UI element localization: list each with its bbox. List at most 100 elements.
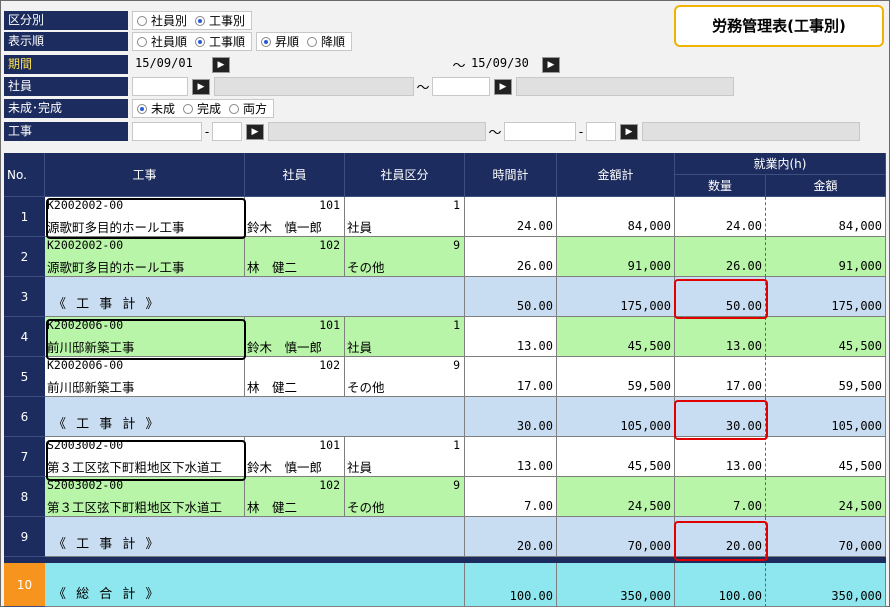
employee-class-cell[interactable]: 1 社員 [345, 197, 465, 237]
hours-cell[interactable]: 30.00 [465, 397, 557, 437]
employee-class-no: 1 [453, 318, 460, 332]
hours-cell[interactable]: 7.00 [465, 477, 557, 517]
grand-total-row[interactable]: 10 《 総 合 計 》 100.00 350,000 100.00 350,000 [4, 557, 886, 607]
employee-from-lookup-button[interactable]: ▶ [192, 78, 210, 95]
header-employee-class[interactable]: 社員区分 [345, 153, 465, 197]
header-quantity[interactable]: 数量 [675, 175, 766, 197]
within-amount-cell[interactable]: 24,500 [766, 477, 886, 517]
employee-cell[interactable]: 101 鈴木 慎一郎 [245, 197, 345, 237]
within-amount-cell[interactable]: 91,000 [766, 237, 886, 277]
project-from-branch-input[interactable] [212, 122, 242, 141]
hours-cell[interactable]: 50.00 [465, 277, 557, 317]
quantity-cell[interactable]: 26.00 [675, 237, 766, 277]
period-to-lookup-button[interactable]: ▶ [542, 56, 560, 73]
quantity-cell[interactable]: 24.00 [675, 197, 766, 237]
employee-class-name: 社員 [347, 460, 373, 475]
within-amount-cell[interactable]: 84,000 [766, 197, 886, 237]
employee-class-name: 社員 [347, 220, 373, 235]
hours-cell[interactable]: 17.00 [465, 357, 557, 397]
within-amount-cell[interactable]: 59,500 [766, 357, 886, 397]
amount-cell[interactable]: 45,500 [557, 437, 675, 477]
header-project[interactable]: 工事 [45, 153, 245, 197]
within-amount-cell[interactable]: 45,500 [766, 317, 886, 357]
radio-by-project[interactable]: 工事別 [195, 12, 245, 29]
hours-value: 26.00 [516, 259, 553, 273]
within-amount-cell[interactable]: 45,500 [766, 437, 886, 477]
period-to-input[interactable]: 15/09/30 [468, 55, 538, 74]
hours-cell[interactable]: 26.00 [465, 237, 557, 277]
hours-cell[interactable]: 24.00 [465, 197, 557, 237]
employee-class-cell[interactable]: 9 その他 [345, 357, 465, 397]
quantity-value: 100.00 [718, 589, 762, 603]
header-hours-total[interactable]: 時間計 [465, 153, 557, 197]
employee-class-cell[interactable]: 9 その他 [345, 237, 465, 277]
amount-cell[interactable]: 84,000 [557, 197, 675, 237]
row-number: 3 [4, 277, 45, 317]
project-cell[interactable]: S2003002-00 第３工区弦下町粗地区下水道工 [45, 477, 245, 517]
order-radio-group: 社員順 工事順 [132, 32, 253, 51]
within-amount-cell[interactable]: 70,000 [766, 517, 886, 557]
project-to-code-input[interactable] [504, 122, 576, 141]
employee-cell[interactable]: 102 林 健二 [245, 477, 345, 517]
within-amount-cell[interactable]: 175,000 [766, 277, 886, 317]
employee-cell[interactable]: 102 林 健二 [245, 237, 345, 277]
amount-cell[interactable]: 24,500 [557, 477, 675, 517]
amount-cell[interactable]: 105,000 [557, 397, 675, 437]
radio-order-employee[interactable]: 社員順 [137, 33, 187, 50]
within-amount-value: 175,000 [831, 299, 882, 313]
table-row[interactable]: 5 K2002006-00 前川邸新築工事 102 林 健二 9 その他 17.00 59,50… [4, 357, 886, 397]
project-to-branch-input[interactable] [586, 122, 616, 141]
project-cell[interactable]: K2002002-00 源歌町多目的ホール工事 [45, 237, 245, 277]
hours-cell[interactable]: 20.00 [465, 517, 557, 557]
employee-class-cell[interactable]: 1 社員 [345, 437, 465, 477]
highlight-project-3 [46, 440, 246, 481]
table-row[interactable]: 2 K2002002-00 源歌町多目的ホール工事 102 林 健二 9 その他 26.00 9… [4, 237, 886, 277]
hours-cell[interactable]: 13.00 [465, 437, 557, 477]
header-amount-total[interactable]: 金額計 [557, 153, 675, 197]
period-from-lookup-button[interactable]: ▶ [212, 56, 230, 73]
period-from-input[interactable]: 15/09/01 [132, 55, 208, 74]
within-amount-cell[interactable]: 105,000 [766, 397, 886, 437]
employee-to-lookup-button[interactable]: ▶ [494, 78, 512, 95]
amount-cell[interactable]: 45,500 [557, 317, 675, 357]
employee-from-input[interactable] [132, 77, 188, 96]
radio-incomplete[interactable]: 未成 [137, 100, 175, 117]
within-amount-value: 91,000 [838, 259, 882, 273]
header-employee[interactable]: 社員 [245, 153, 345, 197]
hours-cell[interactable]: 13.00 [465, 317, 557, 357]
amount-cell[interactable]: 70,000 [557, 517, 675, 557]
within-amount-cell[interactable]: 350,000 [766, 563, 886, 607]
amount-cell[interactable]: 91,000 [557, 237, 675, 277]
quantity-cell[interactable]: 13.00 [675, 317, 766, 357]
radio-complete[interactable]: 完成 [183, 100, 221, 117]
amount-cell[interactable]: 59,500 [557, 357, 675, 397]
radio-indicator [307, 36, 318, 47]
quantity-cell[interactable]: 100.00 [675, 563, 766, 607]
radio-both[interactable]: 両方 [229, 100, 267, 117]
quantity-cell[interactable]: 7.00 [675, 477, 766, 517]
within-amount-value: 59,500 [838, 379, 882, 393]
amount-cell[interactable]: 175,000 [557, 277, 675, 317]
quantity-cell[interactable]: 13.00 [675, 437, 766, 477]
radio-order-project[interactable]: 工事順 [195, 33, 245, 50]
employee-to-input[interactable] [432, 77, 490, 96]
employee-class-cell[interactable]: 1 社員 [345, 317, 465, 357]
header-within-amount[interactable]: 金額 [766, 175, 886, 197]
hours-value: 20.00 [516, 539, 553, 553]
hours-cell[interactable]: 100.00 [465, 563, 557, 607]
table-row[interactable]: 8 S2003002-00 第３工区弦下町粗地区下水道工 102 林 健二 9 その他 7.0… [4, 477, 886, 517]
radio-descending[interactable]: 降順 [307, 33, 345, 50]
employee-cell[interactable]: 101 鈴木 慎一郎 [245, 437, 345, 477]
radio-indicator [137, 103, 147, 114]
employee-cell[interactable]: 102 林 健二 [245, 357, 345, 397]
project-cell[interactable]: K2002006-00 前川邸新築工事 [45, 357, 245, 397]
quantity-cell[interactable]: 17.00 [675, 357, 766, 397]
radio-ascending[interactable]: 昇順 [261, 33, 299, 50]
project-from-lookup-button[interactable]: ▶ [246, 123, 264, 140]
employee-class-cell[interactable]: 9 その他 [345, 477, 465, 517]
employee-cell[interactable]: 101 鈴木 慎一郎 [245, 317, 345, 357]
radio-by-employee[interactable]: 社員別 [137, 12, 187, 29]
amount-cell[interactable]: 350,000 [557, 563, 675, 607]
project-from-code-input[interactable] [132, 122, 202, 141]
project-to-lookup-button[interactable]: ▶ [620, 123, 638, 140]
